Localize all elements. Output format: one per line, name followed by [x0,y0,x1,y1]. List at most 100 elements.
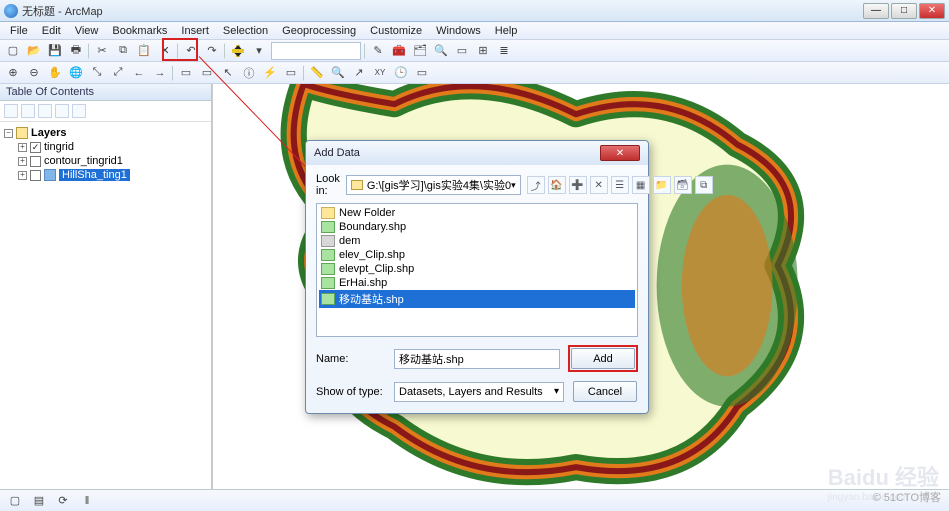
html-popup-icon[interactable]: ▭ [282,64,300,82]
full-extent-icon[interactable]: 🌐 [67,64,85,82]
type-dropdown[interactable]: Datasets, Layers and Results [394,382,564,402]
redo-icon[interactable]: ↷ [203,42,221,60]
separator [88,43,90,59]
shapefile-icon [321,277,335,289]
pan-icon[interactable]: ✋ [46,64,64,82]
checkbox[interactable] [30,142,41,153]
add-data-button[interactable] [229,42,247,60]
file-item[interactable]: New Folder [319,206,635,220]
file-item[interactable]: dem [319,234,635,248]
menu-file[interactable]: File [4,23,34,39]
expand-icon[interactable]: + [18,143,27,152]
name-field[interactable]: 移动基站.shp [394,349,560,369]
measure-icon[interactable]: 📏 [308,64,326,82]
fixed-zoom-out-icon[interactable]: ⤢ [109,64,127,82]
new-icon[interactable]: ▢ [4,42,22,60]
file-list[interactable]: New Folder Boundary.shp dem elev_Clip.sh… [316,203,638,337]
checkbox[interactable] [30,170,41,181]
new-file-gdb-icon[interactable]: 🗃 [674,176,692,194]
save-icon[interactable]: 💾 [46,42,64,60]
modelbuilder-icon[interactable]: ⊞ [474,42,492,60]
connect-folder-icon[interactable]: ➕ [569,176,587,194]
menu-edit[interactable]: Edit [36,23,67,39]
data-view-icon[interactable]: ▢ [6,492,24,510]
catalog-icon[interactable]: 🗂 [411,42,429,60]
minimize-button[interactable]: — [863,3,889,19]
editor-toolbar-icon[interactable]: ✎ [369,42,387,60]
close-button[interactable]: ✕ [919,3,945,19]
paste-icon[interactable]: 📋 [135,42,153,60]
zoom-in-icon[interactable]: ⊕ [4,64,22,82]
file-item-selected[interactable]: 移动基站.shp [319,290,635,308]
copyright: © 51CTO博客 [873,489,941,505]
fixed-zoom-in-icon[interactable]: ⤡ [88,64,106,82]
lookin-dropdown[interactable]: G:\[gis学习]\gis实验4集\实验0 ▾ [346,175,521,195]
open-icon[interactable]: 📂 [25,42,43,60]
list-by-selection-icon[interactable] [55,104,69,118]
hyperlink-icon[interactable]: ⚡ [261,64,279,82]
add-data-dropdown[interactable]: ▾ [250,42,268,60]
menu-customize[interactable]: Customize [364,23,428,39]
print-icon[interactable]: 🖶 [67,42,85,60]
find-icon[interactable]: 🔍 [329,64,347,82]
collapse-icon[interactable]: − [4,129,13,138]
separator [224,43,226,59]
find-route-icon[interactable]: ↗ [350,64,368,82]
menu-help[interactable]: Help [489,23,524,39]
select-features-icon[interactable]: ▭ [177,64,195,82]
search-icon[interactable]: 🔍 [432,42,450,60]
list-by-drawing-order-icon[interactable] [4,104,18,118]
list-view-icon[interactable]: ☰ [611,176,629,194]
cancel-button[interactable]: Cancel [573,381,637,402]
toc-title: Table Of Contents [0,84,211,101]
expand-icon[interactable]: + [18,171,27,180]
tree-root[interactable]: − Layers [2,126,209,140]
menu-windows[interactable]: Windows [430,23,487,39]
shapefile-icon [321,221,335,233]
refresh-icon[interactable]: ⟳ [54,492,72,510]
toc-options-icon[interactable] [72,104,86,118]
toolbox-icon[interactable]: 🧰 [390,42,408,60]
cut-icon[interactable]: ✂ [93,42,111,60]
menu-bookmarks[interactable]: Bookmarks [106,23,173,39]
pause-drawing-icon[interactable]: ‖ [78,492,96,510]
maximize-button[interactable]: □ [891,3,917,19]
copy-icon[interactable]: ⧉ [114,42,132,60]
next-extent-icon[interactable]: → [151,64,169,82]
file-item[interactable]: elevpt_Clip.shp [319,262,635,276]
list-by-source-icon[interactable] [21,104,35,118]
up-one-level-icon[interactable]: ⤴ [527,176,545,194]
file-item[interactable]: ErHai.shp [319,276,635,290]
expand-icon[interactable]: + [18,157,27,166]
dialog-close-button[interactable]: ✕ [600,145,640,161]
name-label: Name: [316,353,386,365]
new-folder-icon[interactable]: 📁 [653,176,671,194]
identify-icon[interactable]: ⓘ [240,64,258,82]
table-of-contents-icon[interactable]: ≣ [495,42,513,60]
layer-tingrid[interactable]: + tingrid [2,140,209,154]
checkbox[interactable] [30,156,41,167]
details-view-icon[interactable]: ▦ [632,176,650,194]
menu-insert[interactable]: Insert [175,23,215,39]
menu-view[interactable]: View [69,23,105,39]
layer-contour[interactable]: + contour_tingrid1 [2,154,209,168]
prev-extent-icon[interactable]: ← [130,64,148,82]
create-viewer-icon[interactable]: ▭ [413,64,431,82]
list-by-visibility-icon[interactable] [38,104,52,118]
home-icon[interactable]: 🏠 [548,176,566,194]
zoom-out-icon[interactable]: ⊖ [25,64,43,82]
file-item[interactable]: Boundary.shp [319,220,635,234]
goto-xy-icon[interactable]: XY [371,64,389,82]
add-button[interactable]: Add [571,348,635,369]
dialog-titlebar[interactable]: Add Data ✕ [306,141,648,165]
toggle-contents-icon[interactable]: ⧉ [695,176,713,194]
layout-view-icon[interactable]: ▤ [30,492,48,510]
disconnect-folder-icon[interactable]: ✕ [590,176,608,194]
menu-selection[interactable]: Selection [217,23,274,39]
layer-hillshade[interactable]: + HillSha_ting1 [2,168,209,182]
scale-combo[interactable] [271,42,361,60]
menu-geoprocessing[interactable]: Geoprocessing [276,23,362,39]
file-item[interactable]: elev_Clip.shp [319,248,635,262]
python-icon[interactable]: ▭ [453,42,471,60]
time-slider-icon[interactable]: 🕒 [392,64,410,82]
